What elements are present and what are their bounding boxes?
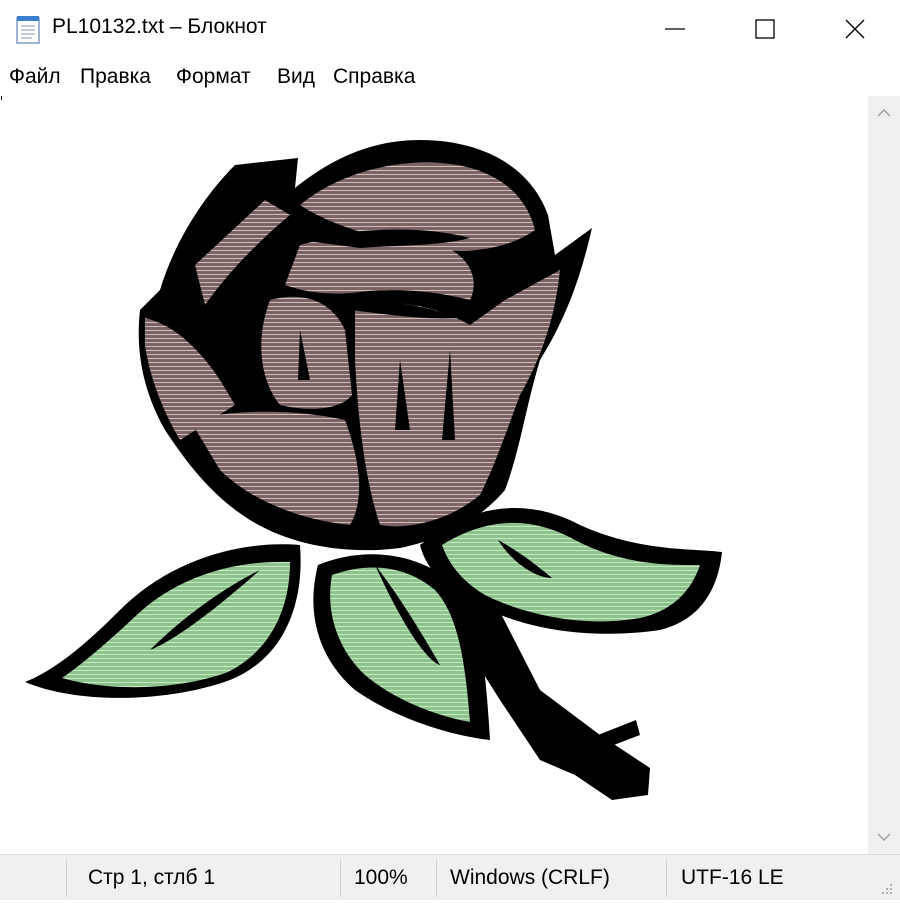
status-separator — [666, 859, 667, 897]
scroll-down-button[interactable] — [868, 820, 900, 854]
minimize-button[interactable] — [630, 0, 720, 58]
status-encoding: UTF-16 LE — [681, 866, 784, 889]
window-title: PL10132.txt – Блокнот — [52, 15, 267, 38]
menu-edit[interactable]: Правка — [80, 65, 151, 89]
scroll-up-button[interactable] — [868, 96, 900, 130]
text-caret — [1, 96, 2, 100]
maximize-button[interactable] — [720, 0, 810, 58]
status-position: Стр 1, стлб 1 — [88, 866, 216, 889]
menu-bar: Файл Правка Формат Вид Справка — [0, 58, 900, 96]
menu-format[interactable]: Формат — [176, 65, 251, 89]
menu-file[interactable]: Файл — [9, 65, 61, 89]
close-icon — [845, 19, 865, 39]
notepad-icon — [14, 14, 42, 44]
status-separator — [340, 859, 341, 897]
chevron-up-icon — [877, 108, 891, 117]
status-separator — [436, 859, 437, 897]
rose-bud-ascii-art — [25, 140, 722, 800]
menu-help[interactable]: Справка — [333, 65, 415, 89]
close-button[interactable] — [810, 0, 900, 58]
status-bar: Стр 1, стлб 1 100% Windows (CRLF) UTF-16… — [0, 854, 900, 900]
status-line-endings: Windows (CRLF) — [450, 866, 610, 889]
vertical-scrollbar[interactable] — [868, 96, 900, 854]
status-zoom: 100% — [354, 866, 408, 889]
resize-grip-icon[interactable] — [876, 878, 896, 898]
maximize-icon — [755, 19, 775, 39]
minimize-icon — [665, 28, 685, 30]
text-editor[interactable] — [0, 96, 868, 854]
title-bar: PL10132.txt – Блокнот — [0, 0, 900, 58]
status-separator — [66, 859, 67, 897]
menu-view[interactable]: Вид — [277, 65, 315, 89]
chevron-down-icon — [877, 833, 891, 842]
